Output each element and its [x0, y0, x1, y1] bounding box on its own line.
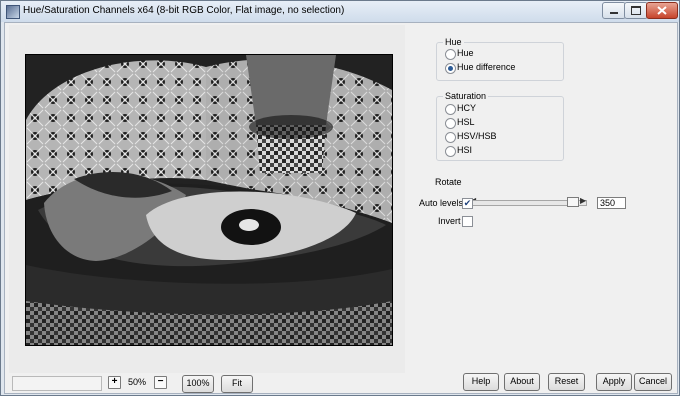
dialog-window: Hue/Saturation Channels x64 (8-bit RGB C… [0, 0, 680, 396]
hue-group-title: Hue [443, 37, 464, 47]
invert-checkbox[interactable] [462, 216, 473, 227]
help-button[interactable]: Help [463, 373, 499, 391]
hcy-label: HCY [457, 103, 477, 113]
reset-button[interactable]: Reset [548, 373, 585, 391]
hsi-label: HSI [457, 145, 473, 155]
cancel-button[interactable]: Cancel [634, 373, 672, 391]
rotate-value-input[interactable]: 350 [597, 197, 626, 209]
preview-image-art [26, 55, 392, 345]
zoom-100-button[interactable]: 100% [182, 375, 214, 393]
slider-right-arrow-icon[interactable]: ▶ [580, 196, 586, 205]
hsv-hsb-label: HSV/HSB [457, 131, 497, 141]
hue-difference-label: Hue difference [457, 62, 516, 72]
zoom-out-button[interactable]: − [154, 376, 167, 389]
maximize-button[interactable] [624, 2, 648, 19]
saturation-group-title: Saturation [443, 91, 489, 101]
fit-button[interactable]: Fit [221, 375, 253, 393]
plus-icon: + [111, 376, 118, 387]
invert-label: Invert [438, 216, 461, 226]
rotate-label: Rotate [435, 177, 462, 187]
auto-levels-label: Auto levels [419, 198, 464, 208]
status-field [12, 376, 102, 391]
hsv-hsb-radio[interactable] [445, 132, 456, 143]
about-button[interactable]: About [504, 373, 540, 391]
preview-image[interactable] [25, 54, 393, 346]
auto-levels-checkbox[interactable]: ✔ [462, 198, 473, 209]
minus-icon: − [157, 376, 164, 387]
hcy-radio[interactable] [445, 104, 456, 115]
hsl-label: HSL [457, 117, 475, 127]
maximize-icon [631, 6, 641, 15]
hue-difference-radio[interactable] [445, 63, 456, 74]
zoom-value: 50% [128, 377, 147, 387]
apply-button[interactable]: Apply [596, 373, 632, 391]
title-bar: Hue/Saturation Channels x64 (8-bit RGB C… [1, 1, 679, 22]
dialog-client-area: + 50% − 100% Fit Hue Hue Hue difference … [4, 22, 678, 394]
hue-radio[interactable] [445, 49, 456, 60]
hsl-radio[interactable] [445, 118, 456, 129]
preview-panel [9, 25, 405, 373]
check-icon: ✔ [463, 198, 472, 208]
zoom-in-button[interactable]: + [108, 376, 121, 389]
close-button[interactable] [646, 2, 678, 19]
rotate-slider-thumb[interactable] [567, 197, 579, 207]
hue-radio-label: Hue [457, 48, 474, 58]
minimize-button[interactable] [602, 2, 626, 19]
app-icon [6, 5, 20, 19]
minimize-icon [610, 12, 618, 14]
close-icon [657, 6, 667, 15]
hsi-radio[interactable] [445, 146, 456, 157]
window-title: Hue/Saturation Channels x64 (8-bit RGB C… [23, 5, 345, 16]
